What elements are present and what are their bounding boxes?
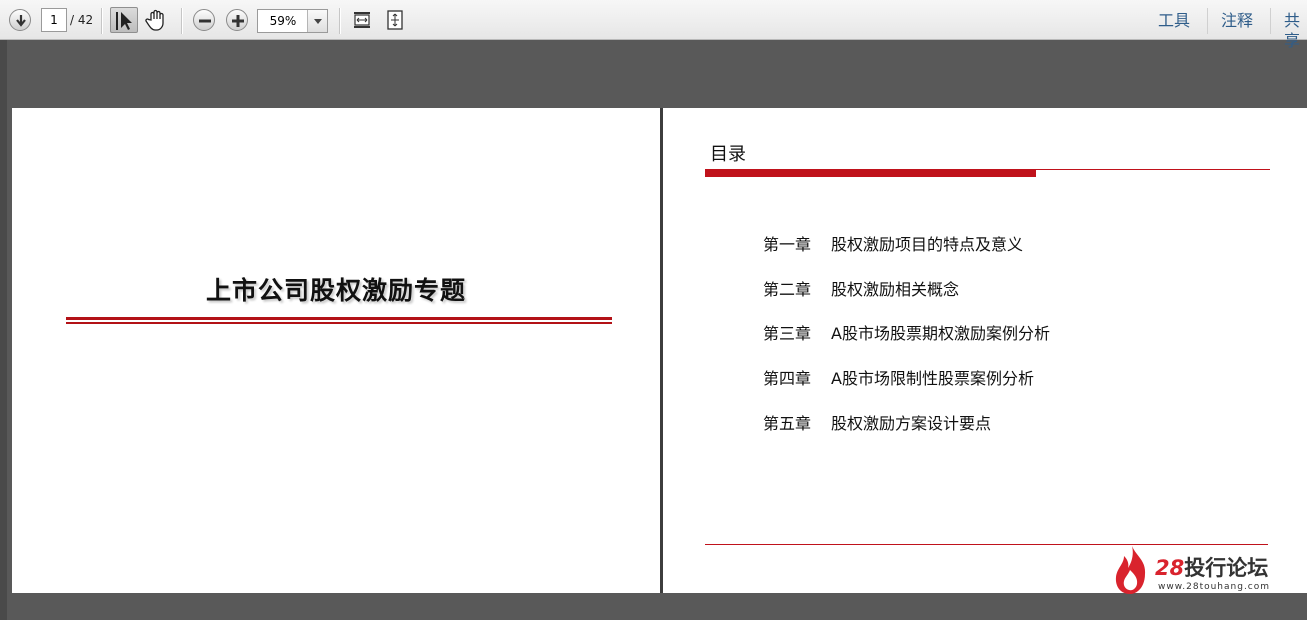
toc-item: 第一章 股权激励项目的特点及意义: [763, 231, 1023, 255]
watermark-name: 投行论坛: [1184, 556, 1269, 580]
page-total-label: / 42: [70, 13, 94, 27]
watermark-logo: 28投行论坛 www.28touhang.com: [1112, 544, 1307, 596]
toc-chapter-number: 第四章: [763, 369, 812, 388]
tools-link[interactable]: 工具: [1158, 11, 1190, 31]
fit-width-button[interactable]: [351, 9, 373, 31]
watermark-title: 28投行论坛: [1155, 552, 1268, 582]
zoom-in-button[interactable]: [226, 9, 248, 31]
fit-page-icon: [387, 10, 403, 30]
select-tool-button[interactable]: [110, 7, 138, 33]
cover-divider: [66, 322, 612, 324]
toc-chapter-number: 第二章: [763, 280, 812, 299]
document-page-cover: 上市公司股权激励专题: [12, 108, 660, 593]
toc-chapter-number: 第五章: [763, 414, 812, 433]
zoom-select[interactable]: 59%: [257, 9, 328, 33]
fit-width-icon: [354, 12, 370, 28]
zoom-out-icon: [199, 19, 211, 23]
flame-icon: [1115, 546, 1146, 594]
toc-item: 第三章 A股市场股票期权激励案例分析: [763, 320, 1050, 344]
zoom-in-icon: [232, 15, 244, 27]
toolbar: 1 / 42 59% 工具 注释 共享: [0, 0, 1307, 50]
toc-item: 第四章 A股市场限制性股票案例分析: [763, 365, 1034, 389]
toc-item: 第二章 股权激励相关概念: [763, 276, 959, 300]
toc-chapter-title: 股权激励项目的特点及意义: [831, 235, 1024, 254]
fit-page-button[interactable]: [384, 9, 406, 31]
page-number-input[interactable]: 1: [41, 8, 67, 32]
hand-icon: [145, 9, 164, 31]
cover-title: 上市公司股权激励专题: [205, 276, 466, 305]
select-arrow-icon: [116, 12, 132, 30]
toolbar-divider: [181, 8, 183, 34]
watermark-number: 28: [1155, 556, 1185, 580]
toc-chapter-number: 第一章: [763, 235, 812, 254]
zoom-value: 59%: [269, 14, 297, 28]
cover-divider: [66, 317, 612, 320]
toc-chapter-title: A股市场股票期权激励案例分析: [831, 324, 1050, 343]
toolbar-divider: [1207, 8, 1208, 34]
toc-item: 第五章 股权激励方案设计要点: [763, 410, 991, 434]
toolbar-divider: [101, 8, 103, 34]
toc-divider: [705, 170, 1036, 177]
navigation-pane-edge[interactable]: [0, 40, 7, 620]
hand-tool-button[interactable]: [143, 7, 169, 33]
chevron-down-icon[interactable]: [307, 10, 327, 32]
toc-heading: 目录: [710, 144, 746, 165]
toc-chapter-title: 股权激励方案设计要点: [831, 414, 992, 433]
toc-chapter-number: 第三章: [763, 324, 812, 343]
next-page-button[interactable]: [9, 9, 31, 31]
comment-link[interactable]: 注释: [1221, 11, 1253, 31]
toc-chapter-title: A股市场限制性股票案例分析: [831, 369, 1034, 388]
toc-chapter-title: 股权激励相关概念: [831, 280, 960, 299]
toolbar-divider: [1270, 8, 1271, 34]
arrow-down-icon: [16, 15, 26, 27]
zoom-out-button[interactable]: [193, 9, 215, 31]
toolbar-divider: [339, 8, 341, 34]
watermark-url: www.28touhang.com: [1158, 582, 1271, 592]
share-link[interactable]: 共享: [1284, 11, 1307, 51]
document-page-toc: 目录 第一章 股权激励项目的特点及意义 第二章 股权激励相关概念 第三章 A股市场股票…: [663, 108, 1307, 596]
